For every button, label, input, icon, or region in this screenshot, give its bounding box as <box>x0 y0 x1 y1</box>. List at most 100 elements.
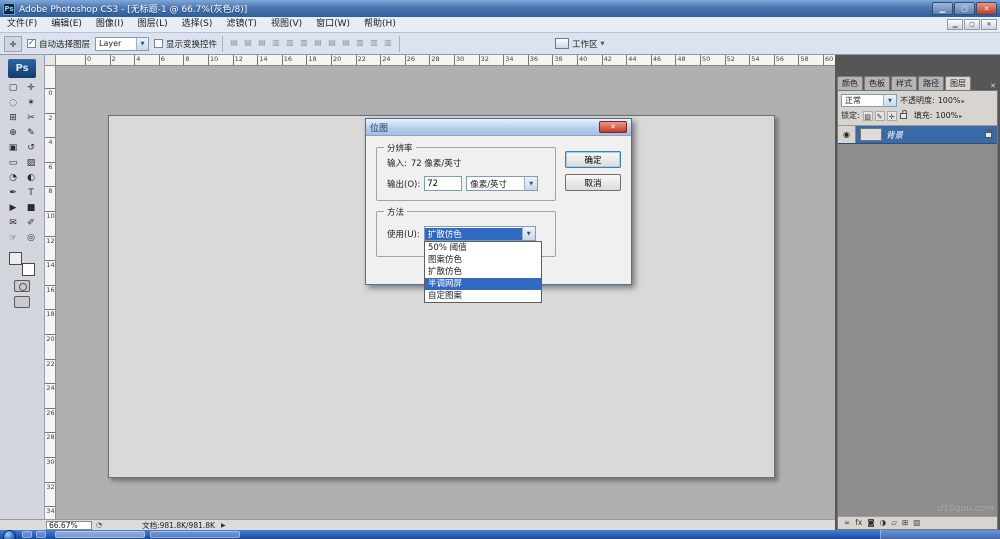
menu-view[interactable]: 视图(V) <box>264 17 309 32</box>
menu-edit[interactable]: 编辑(E) <box>44 17 89 32</box>
healing-brush-tool[interactable]: ⊕ <box>4 126 22 141</box>
shape-tool[interactable]: ■ <box>22 201 40 216</box>
output-input[interactable] <box>424 176 462 191</box>
layer-mask-icon[interactable]: ◙ <box>867 517 874 529</box>
ok-button[interactable]: 确定 <box>565 151 621 168</box>
slice-tool[interactable]: ✂ <box>22 111 40 126</box>
align-right-icon[interactable]: ▥ <box>298 37 310 50</box>
type-tool[interactable]: T <box>22 186 40 201</box>
brush-tool[interactable]: ✎ <box>22 126 40 141</box>
blur-tool[interactable]: ◔ <box>4 171 22 186</box>
close-button[interactable]: ✕ <box>976 2 997 15</box>
quick-mask-button[interactable] <box>14 280 30 292</box>
dodge-tool[interactable]: ◐ <box>22 171 40 186</box>
distribute-right-icon[interactable]: ▥ <box>382 37 394 50</box>
menu-select[interactable]: 选择(S) <box>175 17 220 32</box>
tab-swatches[interactable]: 色板 <box>864 76 890 90</box>
doc-close-button[interactable]: ✕ <box>981 19 997 30</box>
distribute-hcenter-icon[interactable]: ▥ <box>368 37 380 50</box>
layer-thumbnail[interactable] <box>860 128 882 141</box>
path-select-tool[interactable]: ▶ <box>4 201 22 216</box>
menu-filter[interactable]: 滤镜(T) <box>219 17 264 32</box>
background-color-swatch[interactable] <box>22 263 35 276</box>
zoom-field[interactable]: 66.67% <box>46 521 92 530</box>
hand-tool[interactable]: ☞ <box>4 231 22 246</box>
delete-layer-icon[interactable]: ▥ <box>913 517 920 529</box>
output-unit-select[interactable]: 像素/英寸 <box>466 176 538 191</box>
show-transform-checkbox[interactable]: 显示变换控件 <box>154 38 217 50</box>
clone-stamp-tool[interactable]: ▣ <box>4 141 22 156</box>
opacity-value[interactable]: 100% <box>938 96 965 105</box>
eyedropper-tool[interactable]: ✐ <box>22 216 40 231</box>
align-left-icon[interactable]: ▥ <box>270 37 282 50</box>
distribute-top-icon[interactable]: ▤ <box>312 37 324 50</box>
doc-restore-button[interactable]: ▢ <box>964 19 980 30</box>
vertical-ruler[interactable]: 0246810121416182022242628303234 <box>45 66 56 519</box>
gradient-tool[interactable]: ▨ <box>22 156 40 171</box>
workspace-button[interactable]: 工作区 <box>555 38 604 50</box>
horizontal-ruler[interactable]: 0246810121416182022242628303234363840424… <box>45 55 835 66</box>
eraser-tool[interactable]: ▭ <box>4 156 22 171</box>
layer-group-icon[interactable]: ▱ <box>891 517 897 529</box>
method-select[interactable]: 扩散仿色 <box>424 226 536 241</box>
cancel-button[interactable]: 取消 <box>565 174 621 191</box>
distribute-left-icon[interactable]: ▥ <box>354 37 366 50</box>
link-layers-icon[interactable]: ∞ <box>844 517 850 529</box>
lock-pixels-icon[interactable]: ✎ <box>875 111 885 121</box>
align-top-icon[interactable]: ▤ <box>228 37 240 50</box>
magic-wand-tool[interactable]: ✶ <box>22 96 40 111</box>
taskbar-app-button[interactable] <box>55 531 145 538</box>
minimize-button[interactable]: ▁ <box>932 2 953 15</box>
move-tool[interactable]: ✛ <box>22 81 40 96</box>
new-layer-icon[interactable]: ⊞ <box>902 517 908 529</box>
zoom-tool[interactable]: ◎ <box>22 231 40 246</box>
rect-marquee-tool[interactable]: ▢ <box>4 81 22 96</box>
tab-color[interactable]: 颜色 <box>837 76 863 90</box>
fill-value[interactable]: 100% <box>935 111 962 120</box>
dropdown-option-pattern-dither[interactable]: 图案仿色 <box>425 254 541 266</box>
quick-launch-icon[interactable] <box>22 531 32 538</box>
align-vcenter-icon[interactable]: ▤ <box>242 37 254 50</box>
menu-layer[interactable]: 图层(L) <box>131 17 175 32</box>
screen-mode-button[interactable] <box>14 296 30 308</box>
crop-tool[interactable]: ⊞ <box>4 111 22 126</box>
tab-layers[interactable]: 图层 <box>945 76 971 90</box>
doc-minimize-button[interactable]: ▁ <box>947 19 963 30</box>
notes-tool[interactable]: ✉ <box>4 216 22 231</box>
auto-select-target-select[interactable]: Layer <box>95 37 149 51</box>
distribute-vcenter-icon[interactable]: ▤ <box>326 37 338 50</box>
layer-style-icon[interactable]: fx <box>855 517 862 529</box>
lock-position-icon[interactable]: ✛ <box>887 111 897 121</box>
dropdown-option-custom-pattern[interactable]: 自定图案 <box>425 290 541 302</box>
lock-transparent-icon[interactable]: ▨ <box>863 111 873 121</box>
dropdown-option-threshold-50[interactable]: 50% 阈值 <box>425 242 541 254</box>
lasso-tool[interactable]: ◌ <box>4 96 22 111</box>
lock-all-icon[interactable] <box>900 113 907 119</box>
menu-file[interactable]: 文件(F) <box>0 17 44 32</box>
layer-row[interactable]: ◉背景 <box>838 126 997 144</box>
dialog-close-button[interactable]: ✕ <box>599 121 627 133</box>
align-hcenter-icon[interactable]: ▥ <box>284 37 296 50</box>
adjustment-layer-icon[interactable]: ◑ <box>880 517 887 529</box>
chevron-down-icon[interactable] <box>522 227 535 240</box>
taskbar-app-button[interactable] <box>150 531 240 538</box>
pen-tool[interactable]: ✒ <box>4 186 22 201</box>
status-menu-arrow-icon[interactable]: ▶ <box>221 522 226 529</box>
maximize-button[interactable]: ▢ <box>954 2 975 15</box>
menu-window[interactable]: 窗口(W) <box>309 17 357 32</box>
align-bottom-icon[interactable]: ▤ <box>256 37 268 50</box>
tab-paths[interactable]: 路径 <box>918 76 944 90</box>
distribute-bottom-icon[interactable]: ▤ <box>340 37 352 50</box>
panel-close-icon[interactable]: ✕ <box>988 82 998 90</box>
dropdown-option-halftone-screen[interactable]: 半调网屏 <box>425 278 541 290</box>
system-tray[interactable] <box>880 530 1000 539</box>
dialog-titlebar[interactable]: 位图 ✕ <box>366 119 631 136</box>
start-button[interactable] <box>3 530 16 539</box>
blend-mode-select[interactable]: 正常 <box>841 94 897 107</box>
menu-image[interactable]: 图像(I) <box>89 17 131 32</box>
history-brush-tool[interactable]: ↺ <box>22 141 40 156</box>
menu-help[interactable]: 帮助(H) <box>357 17 403 32</box>
dropdown-option-diffusion-dither[interactable]: 扩散仿色 <box>425 266 541 278</box>
layer-visibility-eye-icon[interactable]: ◉ <box>838 126 856 143</box>
tab-styles[interactable]: 样式 <box>891 76 917 90</box>
